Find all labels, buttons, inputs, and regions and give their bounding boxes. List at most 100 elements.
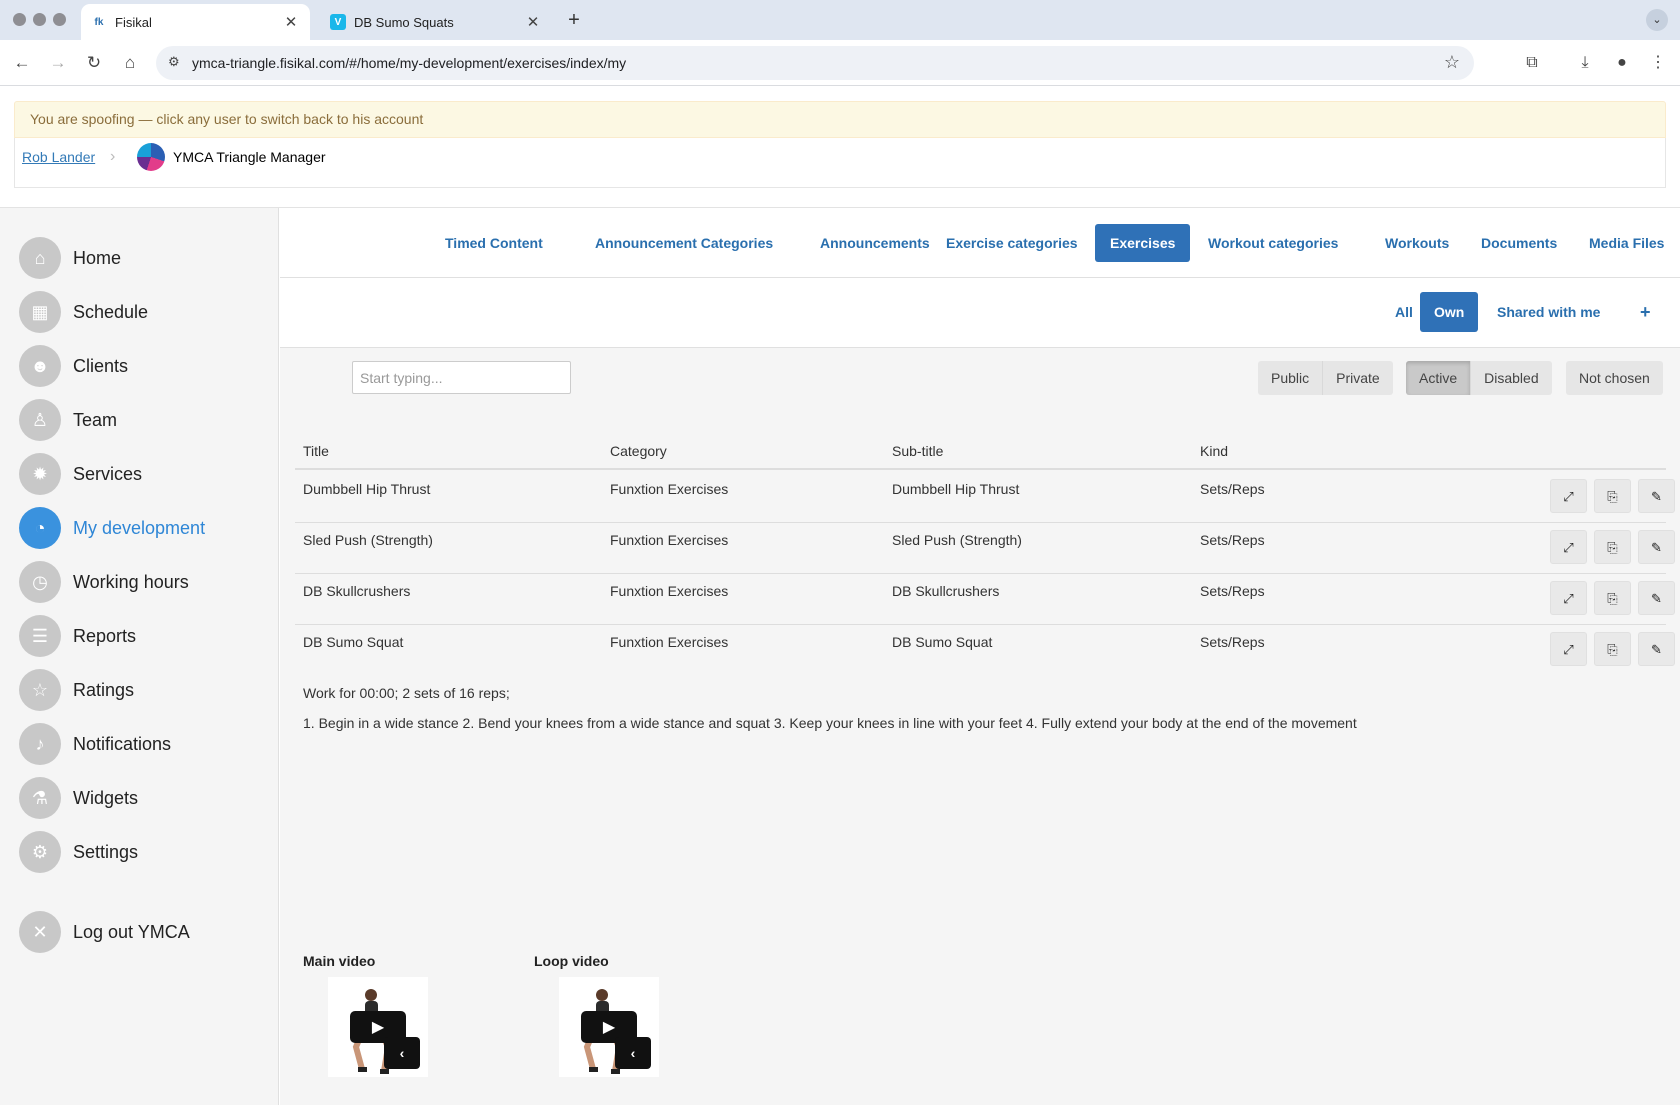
column-header-category[interactable]: Category (610, 443, 667, 459)
chevron-left-icon[interactable]: ‹ (615, 1037, 651, 1069)
tab-media-files[interactable]: Media Files (1574, 224, 1679, 262)
pencil-icon[interactable]: ✎ (1638, 479, 1675, 513)
cell-subtitle: DB Skullcrushers (892, 583, 1000, 599)
sidebar-item-settings[interactable]: ⚙ Settings (19, 829, 269, 875)
tab-announcement-categories[interactable]: Announcement Categories (580, 224, 788, 262)
tab-announcements[interactable]: Announcements (805, 224, 945, 262)
expand-icon[interactable]: ⤢ (1550, 479, 1587, 513)
home-icon[interactable]: ⌂ (119, 52, 141, 74)
download-icon[interactable]: ⤓ (1573, 52, 1597, 74)
pencil-icon[interactable]: ✎ (1638, 632, 1675, 666)
bookmark-star-icon[interactable]: ☆ (1444, 52, 1460, 73)
manager-name[interactable]: YMCA Triangle Manager (173, 149, 326, 165)
tab-exercises[interactable]: Exercises (1095, 224, 1191, 262)
tab-search-chevron-icon[interactable]: ⌄ (1646, 9, 1668, 31)
sidebar-item-reports[interactable]: ☰ Reports (19, 613, 269, 659)
copy-icon[interactable]: ⎘ (1594, 581, 1631, 615)
pencil-icon[interactable]: ✎ (1638, 530, 1675, 564)
sidebar-item-ratings[interactable]: ☆ Ratings (19, 667, 269, 713)
profile-icon[interactable]: ● (1610, 52, 1634, 74)
add-exercise-button[interactable]: + (1626, 292, 1665, 332)
sidebar-item-services[interactable]: ✹ Services (19, 451, 269, 497)
filter-shared-with-me[interactable]: Shared with me (1483, 292, 1614, 332)
cell-title: DB Skullcrushers (303, 583, 411, 599)
search-input[interactable] (352, 361, 571, 394)
star-icon: ☆ (19, 669, 61, 711)
spoofing-message: You are spoofing — click any user to swi… (30, 111, 424, 127)
sidebar-item-clients[interactable]: ☻ Clients (19, 343, 269, 389)
main-video-thumbnail[interactable]: ▶ ‹ (328, 977, 428, 1077)
tab-exercise-categories[interactable]: Exercise categories (931, 224, 1093, 262)
sidebar-item-widgets[interactable]: ⚗ Widgets (19, 775, 269, 821)
table-row[interactable]: DB Skullcrushers Funxtion Exercises DB S… (295, 574, 1675, 625)
address-toolbar: ← → ↻ ⌂ ⚙ ymca-triangle.fisikal.com/#/ho… (0, 40, 1680, 86)
status-filter-group: Active Disabled (1406, 361, 1552, 395)
browser-tab-bar: fk Fisikal ✕ V DB Sumo Squats ✕ + ⌄ (0, 0, 1680, 40)
column-header-kind[interactable]: Kind (1200, 443, 1228, 459)
sidebar-item-notifications[interactable]: ♪ Notifications (19, 721, 269, 767)
filter-own[interactable]: Own (1420, 292, 1479, 332)
browser-tab-db-sumo-squats[interactable]: V DB Sumo Squats ✕ (320, 4, 552, 40)
url-text[interactable]: ymca-triangle.fisikal.com/#/home/my-deve… (192, 55, 626, 71)
browser-tab-fisikal[interactable]: fk Fisikal ✕ (81, 4, 310, 40)
cell-title: Dumbbell Hip Thrust (303, 481, 431, 497)
filter-active-button[interactable]: Active (1406, 361, 1472, 395)
close-icon[interactable]: ✕ (524, 13, 542, 31)
tab-timed-content[interactable]: Timed Content (430, 224, 558, 262)
column-header-title[interactable]: Title (303, 443, 329, 459)
cell-category: Funxtion Exercises (610, 583, 729, 599)
spoofing-breadcrumb: Rob Lander › YMCA Triangle Manager (14, 138, 1666, 188)
pencil-icon[interactable]: ✎ (1638, 581, 1675, 615)
sidebar-item-my-development[interactable]: ◔ My development (19, 505, 269, 551)
sidebar-item-label: Reports (73, 625, 137, 646)
team-icon: ♙ (19, 399, 61, 441)
window-zoom-button[interactable] (53, 13, 66, 26)
copy-icon[interactable]: ⎘ (1594, 530, 1631, 564)
url-bar[interactable]: ⚙ ymca-triangle.fisikal.com/#/home/my-de… (156, 46, 1474, 80)
sidebar-item-working-hours[interactable]: ◷ Working hours (19, 559, 269, 605)
extensions-icon[interactable]: ⧉ (1520, 52, 1544, 74)
expand-icon[interactable]: ⤢ (1550, 581, 1587, 615)
tab-workout-categories[interactable]: Workout categories (1193, 224, 1353, 262)
back-arrow-icon[interactable]: ← (11, 52, 33, 74)
spoofing-alert: You are spoofing — click any user to swi… (14, 101, 1666, 138)
spoof-user-link[interactable]: Rob Lander (22, 149, 95, 165)
column-header-subtitle[interactable]: Sub-title (892, 443, 943, 459)
dashboard-icon: ◔ (19, 507, 61, 549)
sidebar-item-label: Ratings (73, 679, 135, 700)
close-icon[interactable]: ✕ (282, 13, 300, 31)
chevron-left-icon[interactable]: ‹ (384, 1037, 420, 1069)
filter-not-chosen-button[interactable]: Not chosen (1566, 361, 1663, 395)
window-close-button[interactable] (13, 13, 26, 26)
cell-title: DB Sumo Squat (303, 634, 404, 650)
table-row[interactable]: Dumbbell Hip Thrust Funxtion Exercises D… (295, 472, 1675, 523)
exercise-instructions: 1. Begin in a wide stance 2. Bend your k… (303, 715, 1357, 731)
forward-arrow-icon[interactable]: → (47, 52, 69, 74)
table-row[interactable]: Sled Push (Strength) Funxtion Exercises … (295, 523, 1675, 574)
tab-workouts[interactable]: Workouts (1370, 224, 1464, 262)
sidebar-item-logout[interactable]: ✕ Log out YMCA (19, 909, 269, 955)
reload-icon[interactable]: ↻ (83, 52, 105, 74)
sidebar-item-label: Working hours (73, 571, 189, 592)
sidebar-item-home[interactable]: ⌂ Home (19, 235, 269, 281)
loop-video-thumbnail[interactable]: ▶ ‹ (559, 977, 659, 1077)
exercise-work-summary: Work for 00:00; 2 sets of 16 reps; (303, 685, 510, 701)
copy-icon[interactable]: ⎘ (1594, 632, 1631, 666)
filter-public-button[interactable]: Public (1258, 361, 1324, 395)
table-row[interactable]: DB Sumo Squat Funxtion Exercises DB Sumo… (295, 625, 1675, 676)
more-menu-icon[interactable]: ⋮ (1646, 52, 1670, 74)
copy-icon[interactable]: ⎘ (1594, 479, 1631, 513)
cell-subtitle: DB Sumo Squat (892, 634, 993, 650)
tab-documents[interactable]: Documents (1466, 224, 1572, 262)
expand-icon[interactable]: ⤢ (1550, 632, 1587, 666)
site-info-icon[interactable]: ⚙ (168, 54, 180, 70)
sidebar-item-schedule[interactable]: ▦ Schedule (19, 289, 269, 335)
ownership-tabs: All Own Shared with me + (280, 278, 1680, 348)
expand-icon[interactable]: ⤢ (1550, 530, 1587, 564)
window-minimize-button[interactable] (33, 13, 46, 26)
sidebar-item-team[interactable]: ♙ Team (19, 397, 269, 443)
new-tab-button[interactable]: + (562, 8, 586, 32)
ymca-logo (137, 143, 165, 171)
filter-private-button[interactable]: Private (1323, 361, 1393, 395)
filter-disabled-button[interactable]: Disabled (1471, 361, 1552, 395)
